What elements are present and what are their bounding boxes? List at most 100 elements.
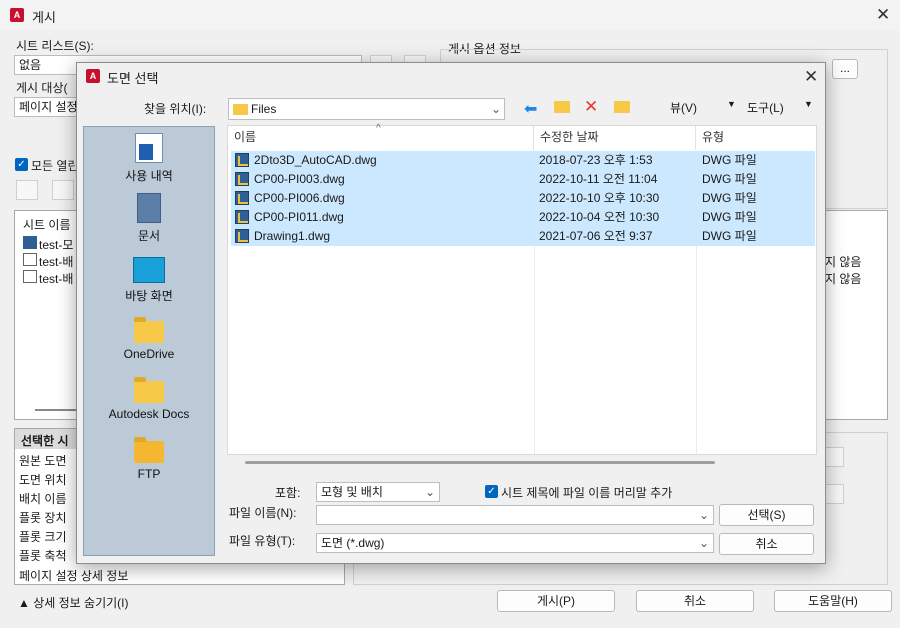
back-arrow-icon[interactable]: ⬅: [524, 99, 537, 119]
file-name: Drawing1.dwg: [254, 229, 331, 243]
file-name: CP00-PI006.dwg: [254, 191, 345, 205]
file-row[interactable]: CP00-PI006.dwg 2022-10-10 오후 10:30 DWG 파…: [231, 189, 815, 208]
place-desktop[interactable]: 바탕 화면: [84, 253, 214, 304]
place-label: 바탕 화면: [125, 289, 173, 303]
documents-icon: [137, 193, 161, 223]
prefix-filename-label: 시트 제목에 파일 이름 머리말 추가: [501, 486, 673, 500]
chevron-down-icon: ⌄: [491, 102, 502, 116]
remove-sheets-icon[interactable]: [52, 180, 74, 200]
select-button[interactable]: 선택(S): [719, 504, 814, 526]
sheet-row[interactable]: test-배: [39, 253, 73, 270]
view-dropdown-icon[interactable]: ▼: [727, 99, 736, 109]
details-item: 플롯 장치: [19, 511, 67, 525]
close-icon[interactable]: ✕: [876, 6, 890, 24]
file-type: DWG 파일: [702, 191, 757, 205]
model-sheet-icon: [23, 236, 37, 249]
chevron-down-icon: ⌄: [699, 508, 710, 522]
file-row[interactable]: Drawing1.dwg 2021-07-06 오전 9:37 DWG 파일: [231, 227, 815, 246]
place-history[interactable]: 사용 내역: [84, 133, 214, 184]
details-item: 배치 이름: [19, 492, 67, 506]
sheet-list-label: 시트 리스트(S):: [16, 39, 94, 53]
publish-button[interactable]: 게시(P): [497, 590, 615, 612]
details-item: 도면 위치: [19, 473, 67, 487]
autocad-app-icon: A: [10, 8, 24, 22]
file-row[interactable]: 2Dto3D_AutoCAD.dwg 2018-07-23 오후 1:53 DW…: [231, 151, 815, 170]
delete-icon[interactable]: ✕: [584, 97, 598, 117]
look-in-value: Files: [251, 102, 277, 116]
sheet-status: 지 않음: [825, 272, 862, 286]
filetype-label: 파일 유형(T):: [229, 534, 296, 548]
file-name: CP00-PI003.dwg: [254, 172, 345, 186]
new-folder-icon[interactable]: [614, 101, 630, 113]
file-date: 2021-07-06 오전 9:37: [539, 229, 653, 243]
file-date: 2022-10-04 오전 10:30: [539, 210, 660, 224]
file-list: 이름 ^ 수정한 날짜 유형 2Dto3D_AutoCAD.dwg 2018-0…: [227, 123, 818, 455]
look-in-label: 찾을 위치(I):: [144, 102, 207, 116]
sort-ascending-icon: ^: [376, 123, 381, 134]
dialog-cancel-button[interactable]: 취소: [719, 533, 814, 555]
sheet-name-header: 시트 이름: [23, 218, 71, 232]
details-header: 선택한 시: [21, 434, 69, 448]
add-sheets-icon[interactable]: [16, 180, 38, 200]
sheet-status: 지 않음: [825, 255, 862, 269]
look-in-select[interactable]: Files ⌄: [228, 98, 505, 120]
desktop-icon: [133, 257, 165, 283]
place-label: OneDrive: [123, 347, 175, 361]
place-label: FTP: [137, 467, 161, 481]
file-row[interactable]: CP00-PI011.dwg 2022-10-04 오전 10:30 DWG 파…: [231, 208, 815, 227]
dwg-file-icon: [235, 210, 249, 224]
file-type: DWG 파일: [702, 229, 757, 243]
horizontal-scrollbar[interactable]: [245, 461, 715, 464]
sheet-row[interactable]: test-모: [39, 236, 73, 253]
tools-dropdown-icon[interactable]: ▼: [804, 99, 813, 109]
sheet-row[interactable]: test-배: [39, 270, 73, 287]
publish-window-titlebar: A 게시 ✕: [0, 0, 900, 30]
place-label: 문서: [137, 229, 161, 243]
place-ftp[interactable]: FTP: [84, 433, 214, 481]
place-documents[interactable]: 문서: [84, 193, 214, 244]
prefix-filename-checkbox[interactable]: ✓: [485, 485, 498, 498]
page-setup-select[interactable]: 페이지 설정: [14, 97, 84, 117]
include-select[interactable]: 모형 및 배치 ⌄: [316, 482, 440, 502]
place-autodesk-docs[interactable]: Autodesk Docs: [84, 373, 214, 421]
ftp-folder-icon: [134, 437, 164, 463]
place-label: Autodesk Docs: [108, 407, 190, 421]
places-bar: 사용 내역 문서 바탕 화면 OneDrive Autodesk Docs FT…: [83, 126, 215, 556]
details-item: 원본 도면: [19, 454, 67, 468]
column-name[interactable]: 이름: [228, 126, 534, 150]
file-date: 2018-07-23 오후 1:53: [539, 153, 653, 167]
layout-sheet-warning-icon: [23, 253, 37, 266]
column-type[interactable]: 유형: [696, 126, 818, 150]
publish-to-label: 게시 대상(: [16, 81, 68, 95]
filename-input[interactable]: ⌄: [316, 505, 714, 525]
tools-menu[interactable]: 도구(L): [747, 99, 784, 116]
help-button[interactable]: 도움말(H): [774, 590, 892, 612]
file-date: 2022-10-11 오전 11:04: [539, 172, 658, 186]
details-item: 플롯 크기: [19, 530, 67, 544]
filename-label: 파일 이름(N):: [229, 506, 297, 520]
view-menu[interactable]: 뷰(V): [670, 99, 697, 116]
filetype-select[interactable]: 도면 (*.dwg) ⌄: [316, 533, 714, 553]
layout-sheet-warning-icon: [23, 270, 37, 283]
close-icon[interactable]: ✕: [804, 68, 818, 86]
all-open-checkbox[interactable]: ✓: [15, 158, 28, 171]
all-open-label: 모든 열린: [31, 159, 79, 173]
options-more-button[interactable]: ...: [832, 59, 858, 79]
hide-details-link[interactable]: ▲ 상세 정보 숨기기(I): [18, 594, 129, 611]
file-type: DWG 파일: [702, 210, 757, 224]
file-row[interactable]: CP00-PI003.dwg 2022-10-11 오전 11:04 DWG 파…: [231, 170, 815, 189]
file-type: DWG 파일: [702, 153, 757, 167]
autocad-app-icon: A: [86, 69, 100, 83]
dwg-file-icon: [235, 229, 249, 243]
up-folder-icon[interactable]: [554, 101, 570, 113]
file-type: DWG 파일: [702, 172, 757, 186]
dialog-title: 도면 선택: [107, 71, 159, 86]
folder-icon: [233, 104, 248, 115]
place-onedrive[interactable]: OneDrive: [84, 313, 214, 361]
column-date[interactable]: 수정한 날짜: [534, 126, 696, 150]
cancel-button[interactable]: 취소: [636, 590, 754, 612]
filetype-value: 도면 (*.dwg): [321, 536, 385, 550]
file-name: CP00-PI011.dwg: [254, 210, 344, 224]
file-name: 2Dto3D_AutoCAD.dwg: [254, 153, 377, 167]
details-item: 플롯 축척: [19, 549, 67, 563]
